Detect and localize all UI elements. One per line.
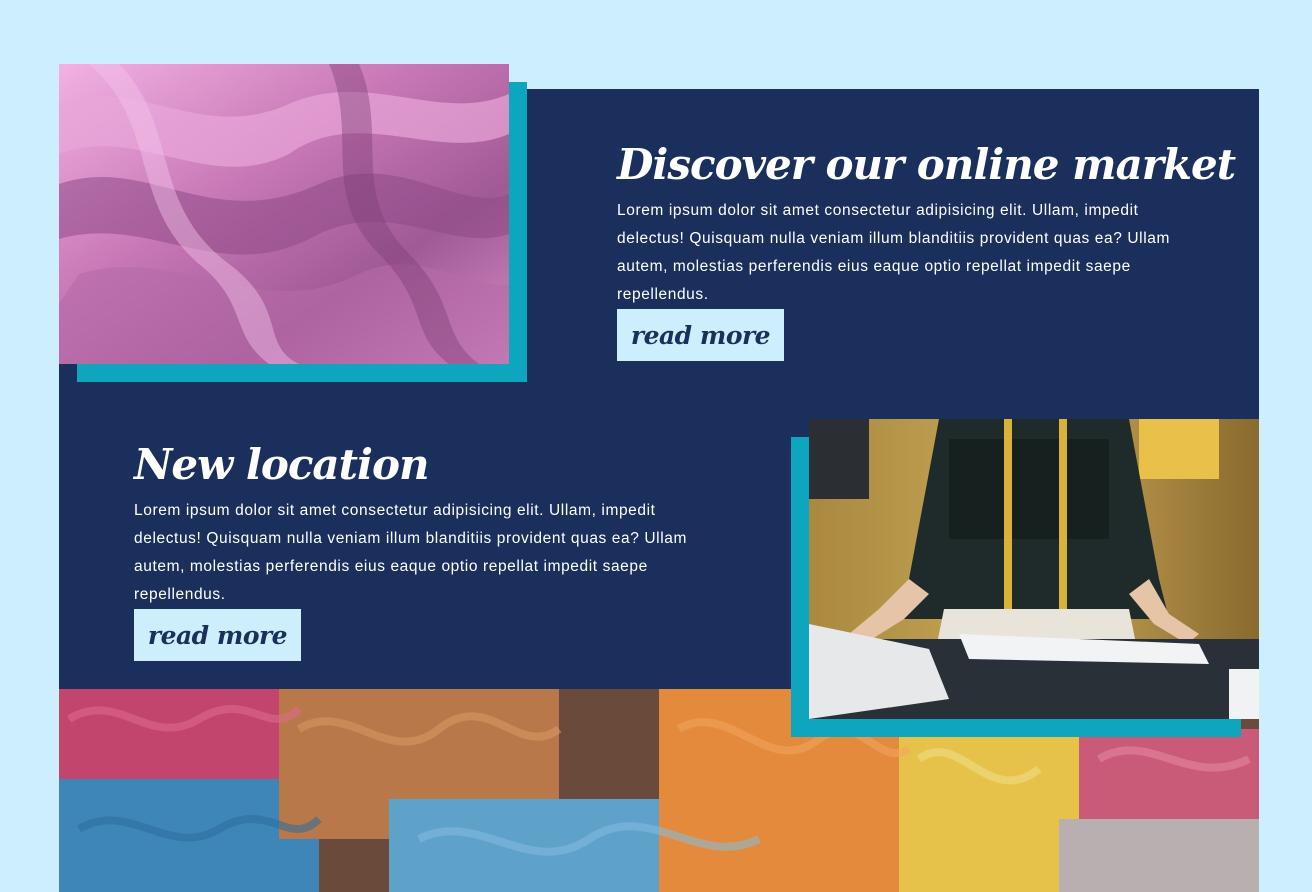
location-read-more-button[interactable]: read more [134,609,301,661]
location-description: Lorem ipsum dolor sit amet consectetur a… [134,502,687,603]
location-heading: New location [134,440,430,489]
market-heading: Discover our online market [617,140,1236,189]
silk-fabric-image [59,64,509,364]
market-description: Lorem ipsum dolor sit amet consectetur a… [617,202,1170,303]
market-read-more-button[interactable]: read more [617,309,784,361]
page: Discover our online market Lorem ipsum d… [0,0,1312,892]
tailor-image [809,419,1259,719]
